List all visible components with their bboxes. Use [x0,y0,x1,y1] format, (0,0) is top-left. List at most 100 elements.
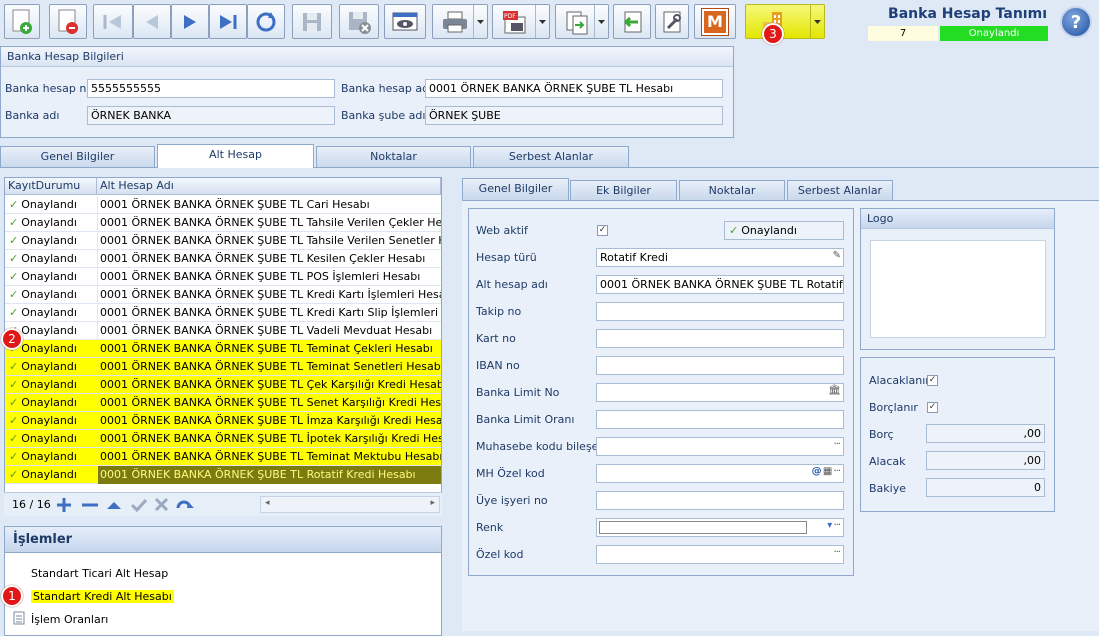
next-record-button[interactable] [171,4,209,39]
subtab-noktalar[interactable]: Noktalar [679,180,785,200]
ellipsis-icon[interactable]: ··· [833,439,840,450]
renk-field[interactable]: ▾ ··· [596,518,844,537]
row-name: 0001 ÖRNEK BANKA ÖRNEK ŞUBE TL Tahsile V… [97,232,441,250]
horizontal-scrollbar[interactable]: ◂ ▸ [260,496,440,513]
col-header-name[interactable]: Alt Hesap Adı [97,178,441,195]
logo-group: Logo [860,208,1055,350]
color-dropdown-icon[interactable]: ▾ ··· [827,520,841,531]
bank-icon[interactable]: 🏛 [828,385,841,396]
table-row[interactable]: ✓Onaylandı0001 ÖRNEK BANKA ÖRNEK ŞUBE TL… [5,430,441,448]
table-row[interactable]: ✓Onaylandı0001 ÖRNEK BANKA ÖRNEK ŞUBE TL… [5,412,441,430]
tab-genel-bilgiler[interactable]: Genel Bilgiler [0,146,155,168]
save-button[interactable] [292,4,332,39]
kart-no-field[interactable] [596,329,844,348]
check-icon: ✓ [9,378,19,391]
redo-icon [176,500,194,509]
uye-field[interactable] [596,491,844,510]
grid-nav-icons [57,497,194,513]
pdf-dropdown[interactable] [535,5,549,38]
help-button[interactable]: ? [1060,6,1092,38]
first-record-button[interactable] [93,4,133,39]
row-name: 0001 ÖRNEK BANKA ÖRNEK ŞUBE TL Tahsile V… [97,214,441,232]
prev-icon [146,14,158,29]
bank-account-no-field[interactable]: 5555555555 [87,79,335,98]
table-row[interactable]: ✓Onaylandı0001 ÖRNEK BANKA ÖRNEK ŞUBE TL… [5,196,441,214]
prev-record-button[interactable] [133,4,171,39]
bank-account-name-field[interactable]: 0001 ÖRNEK BANKA ÖRNEK ŞUBE TL Hesabı [425,79,723,98]
check-icon: ✓ [9,252,19,265]
subtab-serbest-alanlar[interactable]: Serbest Alanlar [787,180,893,200]
table-row[interactable]: ✓Onaylandı0001 ÖRNEK BANKA ÖRNEK ŞUBE TL… [5,214,441,232]
back-button[interactable] [613,4,651,39]
row-name: 0001 ÖRNEK BANKA ÖRNEK ŞUBE TL Teminat Ç… [97,340,441,358]
borclanir-checkbox[interactable]: ✓ [927,402,938,413]
preview-button[interactable] [384,4,426,39]
ellipsis-icon[interactable]: ··· [833,547,840,558]
iban-label: IBAN no [476,359,520,372]
tab-serbest-alanlar[interactable]: Serbest Alanlar [473,146,629,168]
report-button[interactable] [745,4,825,39]
save-icon [303,12,321,31]
cancel-save-button[interactable] [339,4,379,39]
col-header-status[interactable]: KayıtDurumu [5,178,97,195]
uye-label: Üye işyeri no [476,494,548,507]
add-icon [57,498,71,512]
check-icon: ✓ [9,450,19,463]
subtab-genel-bilgiler[interactable]: Genel Bilgiler [462,178,569,200]
branch-name-field[interactable]: ÖRNEK ŞUBE [425,106,723,125]
table-row[interactable]: ✓Onaylandı0001 ÖRNEK BANKA ÖRNEK ŞUBE TL… [5,250,441,268]
mh-ozel-field[interactable]: @ ▦ ··· [596,464,844,483]
row-status-text: Onaylandı [21,450,77,463]
tools-button[interactable] [655,4,689,39]
hesap-turu-field[interactable]: Rotatif Kredi ✎ [596,248,844,267]
export-icon [566,11,588,34]
tab-noktalar[interactable]: Noktalar [316,146,471,168]
table-row[interactable]: ✓Onaylandı0001 ÖRNEK BANKA ÖRNEK ŞUBE TL… [5,358,441,376]
row-status: ✓Onaylandı [5,214,96,232]
export-dropdown[interactable] [594,5,608,38]
last-record-button[interactable] [209,4,247,39]
table-row[interactable]: ✓Onaylandı0001 ÖRNEK BANKA ÖRNEK ŞUBE TL… [5,232,441,250]
muhasebe-field[interactable]: ··· [596,437,844,456]
subtab-ek-bilgiler[interactable]: Ek Bilgiler [570,180,677,200]
export-button[interactable] [555,4,609,39]
lookup-icons[interactable]: @ ▦ ··· [812,466,841,477]
table-row[interactable]: ✓Onaylandı0001 ÖRNEK BANKA ÖRNEK ŞUBE TL… [5,376,441,394]
table-row[interactable]: ✓Onaylandı0001 ÖRNEK BANKA ÖRNEK ŞUBE TL… [5,448,441,466]
scroll-left-icon[interactable]: ◂ [265,498,270,508]
table-row[interactable]: ✓Onaylandı0001 ÖRNEK BANKA ÖRNEK ŞUBE TL… [5,466,441,484]
op-islem-oranlari[interactable]: İşlem Oranları [31,613,108,626]
m-button[interactable]: M [694,4,736,39]
limit-orani-field[interactable] [596,410,844,429]
alt-hesap-adi-field[interactable]: 0001 ÖRNEK BANKA ÖRNEK ŞUBE TL Rotatif K… [596,275,844,294]
op-standart-kredi[interactable]: Standart Kredi Alt Hesabı [31,590,174,603]
edit-icon[interactable]: ✎ [833,250,841,261]
row-name: 0001 ÖRNEK BANKA ÖRNEK ŞUBE TL Teminat S… [97,358,441,376]
row-status: ✓Onaylandı [5,304,96,322]
pdf-button[interactable]: PDF [492,4,550,39]
tab-alt-hesap[interactable]: Alt Hesap [157,144,314,168]
table-row[interactable]: ✓Onaylandı0001 ÖRNEK BANKA ÖRNEK ŞUBE TL… [5,268,441,286]
table-row[interactable]: ✓Onaylandı0001 ÖRNEK BANKA ÖRNEK ŞUBE TL… [5,304,441,322]
scroll-right-icon[interactable]: ▸ [430,498,435,508]
table-row[interactable]: ✓Onaylandı0001 ÖRNEK BANKA ÖRNEK ŞUBE TL… [5,322,441,340]
delete-button[interactable] [49,4,87,39]
alacaklanir-checkbox[interactable]: ✓ [927,375,938,386]
limit-no-field[interactable]: 🏛 [596,383,844,402]
table-row[interactable]: ✓Onaylandı0001 ÖRNEK BANKA ÖRNEK ŞUBE TL… [5,394,441,412]
ozel-kod-field[interactable]: ··· [596,545,844,564]
refresh-button[interactable] [247,4,285,39]
logo-image-box[interactable] [870,240,1046,338]
takip-no-field[interactable] [596,302,844,321]
report-dropdown[interactable] [810,5,824,38]
table-row[interactable]: ✓Onaylandı0001 ÖRNEK BANKA ÖRNEK ŞUBE TL… [5,340,441,358]
op-standart-ticari[interactable]: Standart Ticari Alt Hesap [31,567,168,580]
new-button[interactable] [4,4,40,39]
print-dropdown[interactable] [473,5,487,38]
web-aktif-checkbox[interactable]: ✓ [597,225,608,236]
table-row[interactable]: ✓Onaylandı0001 ÖRNEK BANKA ÖRNEK ŞUBE TL… [5,286,441,304]
bank-name-field[interactable]: ÖRNEK BANKA [87,106,335,125]
print-button[interactable] [432,4,488,39]
iban-field[interactable] [596,356,844,375]
row-name: 0001 ÖRNEK BANKA ÖRNEK ŞUBE TL Çek Karşı… [97,376,441,394]
